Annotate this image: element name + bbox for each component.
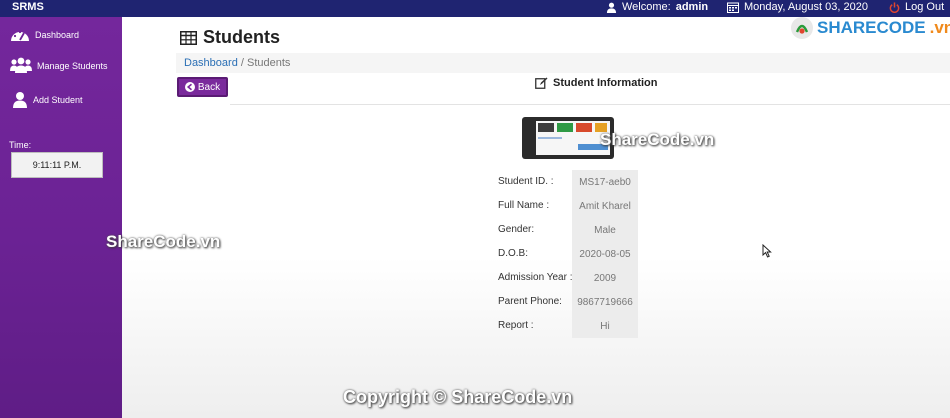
breadcrumb-current: Students bbox=[247, 57, 291, 69]
username: admin bbox=[675, 1, 709, 13]
logo-suffix: .vn bbox=[929, 18, 950, 37]
breadcrumb-separator: / bbox=[240, 57, 244, 69]
user-icon bbox=[13, 92, 27, 108]
watermark-text: ShareCode.vn bbox=[106, 232, 221, 251]
copyright-watermark: Copyright © ShareCode.vn bbox=[343, 387, 573, 407]
info-label: Admission Year : bbox=[498, 272, 573, 283]
info-label: Student ID. : bbox=[498, 176, 554, 187]
sharecode-logo-icon bbox=[791, 17, 813, 39]
info-value: MS17-aeb0 bbox=[572, 170, 638, 194]
page-title: Students bbox=[180, 27, 280, 48]
welcome-user: Welcome: admin bbox=[606, 1, 708, 13]
arrow-left-circle-icon bbox=[184, 82, 195, 92]
edit-icon bbox=[535, 77, 548, 89]
user-icon bbox=[606, 2, 617, 13]
logout-link[interactable]: Log Out bbox=[889, 1, 944, 13]
back-button-label: Back bbox=[197, 81, 221, 93]
logo-text: SHARECODE bbox=[817, 18, 926, 37]
sidebar-item-add-student[interactable]: Add Student bbox=[12, 91, 83, 108]
breadcrumb-dashboard-link[interactable]: Dashboard bbox=[184, 57, 238, 69]
info-label: Report : bbox=[498, 320, 534, 331]
info-value: Hi bbox=[572, 314, 638, 338]
info-label: Parent Phone: bbox=[498, 296, 562, 307]
info-label: Gender: bbox=[498, 224, 535, 235]
sidebar-item-dashboard[interactable]: Dashboard bbox=[10, 27, 79, 43]
sidebar-item-manage-students[interactable]: Manage Students bbox=[10, 57, 108, 74]
dashboard-icon bbox=[11, 30, 29, 41]
section-title-text: Student Information bbox=[553, 77, 658, 89]
sidebar: Dashboard Manage Students Add Student Ti… bbox=[0, 17, 122, 418]
current-date: Monday, August 03, 2020 bbox=[727, 1, 868, 13]
info-value: 9867719666 bbox=[572, 290, 638, 314]
watermark-text: ShareCode.vn bbox=[600, 130, 715, 149]
time-label: Time: bbox=[9, 140, 32, 150]
logout-label: Log Out bbox=[905, 1, 945, 13]
clock-display: 9:11:11 P.M. bbox=[11, 152, 103, 178]
power-icon bbox=[889, 1, 900, 13]
info-value: Amit Kharel bbox=[572, 194, 638, 218]
sidebar-item-label: Dashboard bbox=[35, 30, 80, 40]
date-text: Monday, August 03, 2020 bbox=[744, 1, 868, 13]
sidebar-item-label: Add Student bbox=[33, 94, 83, 105]
calendar-icon bbox=[727, 2, 739, 13]
info-value: 2009 bbox=[572, 266, 638, 290]
section-divider bbox=[230, 104, 950, 105]
page-title-text: Students bbox=[203, 27, 281, 47]
section-title: Student Information bbox=[535, 77, 658, 89]
info-label: Full Name : bbox=[498, 200, 550, 211]
sidebar-item-label: Manage Students bbox=[37, 60, 108, 71]
top-navbar: SRMS Welcome: admin Monday, August 03, 2… bbox=[0, 0, 950, 17]
welcome-label: Welcome: bbox=[622, 1, 671, 13]
mouse-cursor-icon bbox=[762, 244, 772, 258]
table-icon bbox=[180, 30, 197, 45]
brand-title[interactable]: SRMS bbox=[12, 1, 44, 13]
info-label: D.O.B: bbox=[498, 248, 529, 259]
info-value: 2020-08-05 bbox=[572, 242, 638, 266]
back-button[interactable]: Back bbox=[177, 77, 228, 97]
sharecode-logo: SHARECODE .vn bbox=[791, 17, 950, 39]
users-icon bbox=[10, 57, 32, 73]
breadcrumb: Dashboard / Students bbox=[176, 53, 950, 73]
main-content: Students Dashboard / Students Back Stude… bbox=[122, 17, 950, 418]
info-value: Male bbox=[572, 218, 638, 242]
